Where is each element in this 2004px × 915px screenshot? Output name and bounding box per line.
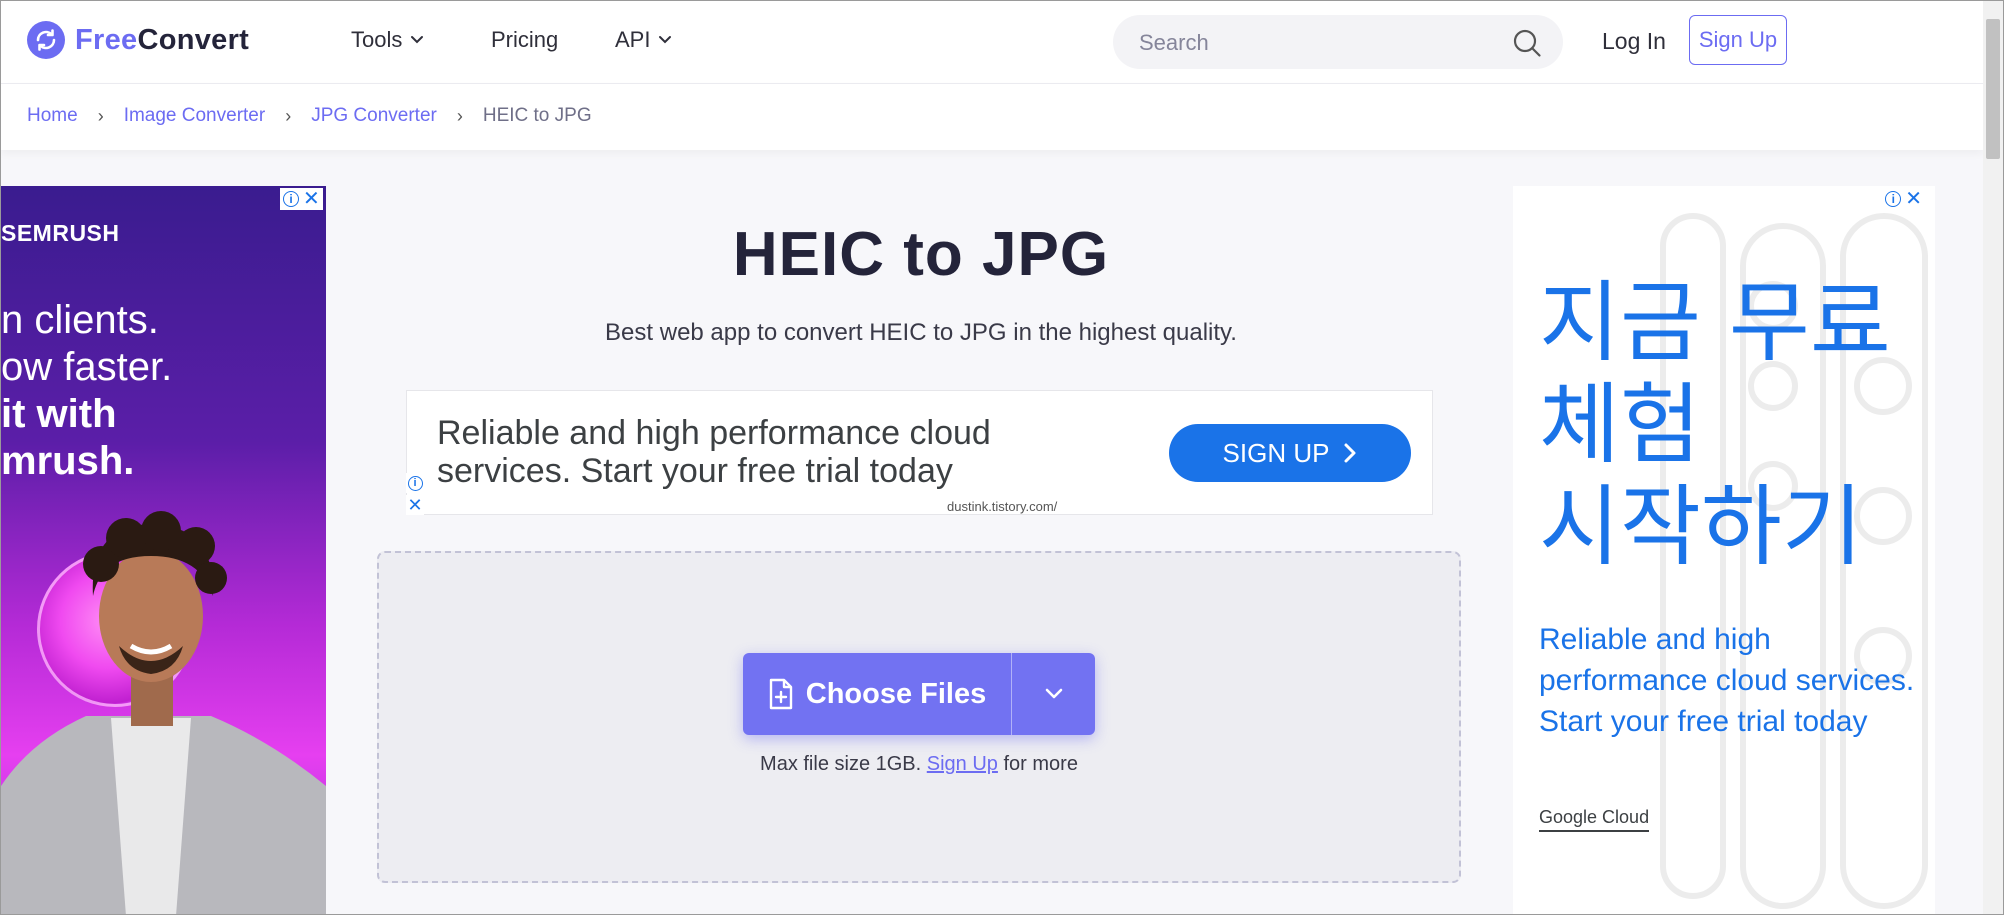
breadcrumb: Home › Image Converter › JPG Converter ›… bbox=[27, 105, 592, 127]
logo-refresh-icon bbox=[27, 21, 65, 59]
freeconvert-logo[interactable]: FreeConvert bbox=[27, 21, 249, 59]
page-title: HEIC to JPG bbox=[732, 220, 1110, 289]
breadcrumb-current: HEIC to JPG bbox=[482, 105, 592, 126]
breadcrumb-jpg-converter[interactable]: JPG Converter bbox=[311, 105, 437, 127]
ad-info-icon[interactable]: i bbox=[406, 473, 424, 493]
site-header: FreeConvert Tools Pricing API Log In Sig… bbox=[1, 1, 1983, 84]
ad-controls: i ✕ bbox=[1882, 188, 1925, 210]
ad-close-icon[interactable]: ✕ bbox=[1905, 189, 1922, 209]
banner-signup-button[interactable]: SIGN UP bbox=[1169, 424, 1411, 482]
nav-tools-label: Tools bbox=[351, 27, 403, 52]
max-size-suffix: for more bbox=[1003, 753, 1078, 775]
nav-pricing-label: Pricing bbox=[491, 27, 559, 52]
signup-button[interactable]: Sign Up bbox=[1689, 15, 1787, 65]
banner-ad-url: dustink.tistory.com/ bbox=[947, 499, 1058, 514]
ad-close-icon[interactable]: ✕ bbox=[303, 189, 320, 209]
ad-info-icon[interactable]: i bbox=[1885, 191, 1902, 207]
breadcrumb-image-converter[interactable]: Image Converter bbox=[124, 105, 266, 127]
scrollbar-thumb[interactable] bbox=[1986, 19, 2000, 159]
chevron-down-icon bbox=[1045, 688, 1062, 699]
ad-headline-3: it with bbox=[1, 392, 117, 436]
nav-tools[interactable]: Tools bbox=[351, 27, 424, 53]
search-box bbox=[1113, 15, 1563, 69]
ad-controls: i ✕ bbox=[280, 188, 323, 210]
nav-api-label: API bbox=[615, 27, 651, 52]
choose-files-label: Choose Files bbox=[805, 677, 987, 710]
ad-headline-1: n clients. bbox=[1, 298, 159, 342]
ad-brand: SEMRUSH bbox=[1, 220, 120, 246]
banner-ad-controls: i ✕ bbox=[406, 473, 424, 515]
search-input[interactable] bbox=[1137, 27, 1501, 59]
chevron-right-icon: › bbox=[456, 105, 463, 126]
chevron-right-icon: › bbox=[285, 105, 292, 126]
page-subtitle: Best web app to convert HEIC to JPG in t… bbox=[605, 319, 1237, 346]
ad-korean-line-3: 시작하기 bbox=[1539, 475, 1863, 578]
logo-text: FreeConvert bbox=[75, 23, 250, 56]
nav-pricing[interactable]: Pricing bbox=[491, 27, 558, 53]
ad-close-icon[interactable]: ✕ bbox=[406, 495, 424, 515]
chevron-down-icon bbox=[411, 36, 424, 44]
breadcrumb-bar: Home › Image Converter › JPG Converter ›… bbox=[1, 84, 1983, 150]
banner-ad-google-cloud[interactable]: Reliable and high performance cloud serv… bbox=[406, 390, 1433, 515]
search-icon[interactable] bbox=[1511, 27, 1543, 59]
ad-headline-2: ow faster. bbox=[1, 345, 173, 389]
banner-signup-label: SIGN UP bbox=[1222, 437, 1330, 468]
ad-korean-line-2: 체험 bbox=[1539, 373, 1701, 476]
left-ad-semrush[interactable]: i ✕ SEMRUSH n clients. ow faster. it wit… bbox=[1, 186, 326, 914]
max-file-size-note: Max file size 1GB. Sign Up for more bbox=[681, 753, 1157, 776]
choose-files-main[interactable]: Choose Files bbox=[743, 653, 1011, 735]
ad-korean-line-1: 지금 무료 bbox=[1539, 271, 1891, 374]
breadcrumb-home[interactable]: Home bbox=[27, 105, 78, 127]
choose-files-dropdown[interactable] bbox=[1012, 653, 1095, 735]
choose-files-button[interactable]: Choose Files bbox=[743, 653, 1095, 735]
chevron-right-icon bbox=[1344, 443, 1356, 463]
right-ad-google-cloud[interactable]: i ✕ 지금 무료 체험 시작하기 Reliable and high perf… bbox=[1513, 186, 1935, 914]
ad-brand-google-cloud: Google Cloud bbox=[1539, 807, 1650, 832]
ad-korean-headline: 지금 무료 체험 시작하기 bbox=[1539, 272, 1891, 578]
banner-ad-text: Reliable and high performance cloud serv… bbox=[437, 414, 991, 490]
ad-info-icon[interactable]: i bbox=[283, 191, 299, 207]
chevron-right-icon: › bbox=[97, 105, 104, 126]
file-add-icon bbox=[769, 678, 792, 710]
nav-api[interactable]: API bbox=[615, 27, 672, 53]
ad-body-text: Reliable and high performance cloud serv… bbox=[1539, 623, 1915, 738]
ad-person-image bbox=[1, 511, 326, 914]
chevron-down-icon bbox=[659, 36, 672, 44]
max-size-text: Max file size 1GB. bbox=[760, 753, 922, 775]
page-scrollbar[interactable] bbox=[1983, 1, 2003, 914]
login-link[interactable]: Log In bbox=[1602, 28, 1666, 55]
ad-headline-4: mrush. bbox=[1, 439, 135, 483]
browser-viewport: FreeConvert Tools Pricing API Log In Sig… bbox=[0, 0, 2004, 915]
max-size-signup-link[interactable]: Sign Up bbox=[927, 753, 998, 775]
